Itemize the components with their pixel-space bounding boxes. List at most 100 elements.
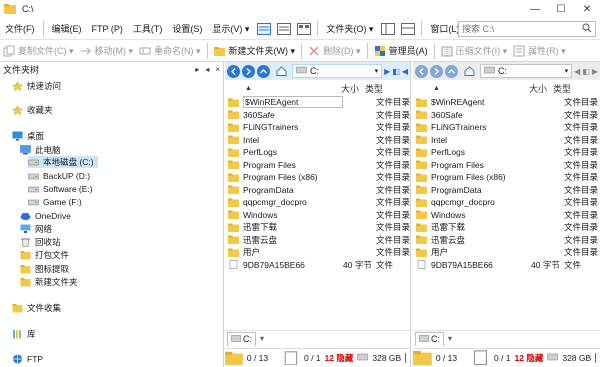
home-icon[interactable]	[273, 63, 289, 79]
minimize-button[interactable]: —	[522, 0, 548, 18]
tree-collapse-button[interactable]: ◂	[205, 65, 209, 74]
file-row[interactable]: Program Files 文件目录	[225, 159, 410, 172]
folder-view-a-icon[interactable]	[380, 21, 396, 37]
menu-file[interactable]: 文件(F)	[0, 18, 40, 40]
sort-asc-icon[interactable]: ▲	[225, 85, 335, 92]
file-row[interactable]: FLiNGTrainers 文件目录	[225, 121, 410, 134]
tree-item[interactable]: 库	[12, 328, 36, 340]
move-button[interactable]: 移动(M) ▾	[77, 40, 137, 62]
file-row[interactable]: Program Files (x86) 文件目录	[413, 171, 600, 184]
file-row[interactable]: PerfLogs 文件目录	[225, 146, 410, 159]
file-row[interactable]: 用户 文件目录	[225, 246, 410, 259]
file-row[interactable]: $WinREAgent 文件目录	[413, 96, 600, 109]
file-row[interactable]: 迅雷下载 文件目录	[225, 221, 410, 234]
compress-button[interactable]: 压缩文件(I) ▾	[438, 40, 511, 62]
forward-icon[interactable]	[430, 64, 443, 78]
admin-button[interactable]: 管理员(A)	[371, 40, 431, 62]
new-tab-icon[interactable]: ▾	[448, 334, 452, 343]
address-dropdown-icon[interactable]: ▾	[375, 67, 379, 75]
pane-nav-button[interactable]: ▶	[384, 67, 390, 76]
address-bar[interactable]: C: ▾	[292, 64, 383, 78]
file-row[interactable]: 用户 文件目录	[413, 246, 600, 259]
tab-drive-c[interactable]: C:	[415, 331, 444, 346]
delete-button[interactable]: 删除(D) ▾	[305, 40, 364, 62]
pane-nav-button[interactable]: ◀	[402, 67, 408, 76]
tree-item[interactable]: 回收站	[20, 236, 61, 248]
pane-nav-button[interactable]: ◧	[582, 67, 590, 76]
tree-item[interactable]: 此电脑	[20, 144, 61, 156]
column-size[interactable]: 大小	[523, 82, 547, 95]
file-row[interactable]: 360Safe 文件目录	[225, 109, 410, 122]
file-row[interactable]: $WinREAgent 文件目录	[225, 96, 410, 109]
tree-close-button[interactable]: ×	[215, 65, 220, 74]
tree-item[interactable]: Game (F:)	[28, 196, 82, 208]
search-icon[interactable]	[582, 23, 592, 35]
new-folder-button[interactable]: 新建文件夹(W) ▾	[211, 40, 299, 62]
maximize-button[interactable]: ☐	[548, 0, 574, 18]
layout-details-icon[interactable]	[256, 21, 272, 37]
column-type[interactable]: 类型	[359, 82, 383, 95]
rename-button[interactable]: 重命名(N) ▾	[136, 40, 204, 62]
tree-expand-button[interactable]: ▸	[195, 65, 199, 74]
menu-tools[interactable]: 工具(T)	[128, 18, 168, 40]
file-row[interactable]: 9DB79A15BE66 40 字节 文件	[413, 259, 600, 272]
file-row[interactable]: qqpcmgr_docpro 文件目录	[225, 196, 410, 209]
pane-nav-button[interactable]: ◀	[574, 67, 580, 76]
tree-item[interactable]: 收藏夹	[12, 104, 53, 116]
tab-drive-c[interactable]: C:	[227, 331, 256, 346]
column-type[interactable]: 类型	[547, 82, 571, 95]
file-row[interactable]: PerfLogs 文件目录	[413, 146, 600, 159]
properties-button[interactable]: 属性(R) ▾	[510, 40, 569, 62]
file-row[interactable]: 360Safe 文件目录	[413, 109, 600, 122]
up-icon[interactable]	[445, 64, 458, 78]
search-box[interactable]	[458, 21, 596, 37]
address-bar[interactable]: C: ▾	[480, 64, 573, 78]
file-row[interactable]: 9DB79A15BE66 40 字节 文件	[225, 259, 410, 272]
address-dropdown-icon[interactable]: ▾	[565, 67, 569, 75]
tree-item[interactable]: 图标提取	[20, 263, 69, 275]
file-row[interactable]: Windows 文件目录	[413, 209, 600, 222]
new-tab-icon[interactable]: ▾	[260, 334, 264, 343]
menu-folder[interactable]: 文件夹(O) ▾	[321, 18, 378, 40]
tree-item[interactable]: FTP	[12, 353, 43, 365]
file-row[interactable]: FLiNGTrainers 文件目录	[413, 121, 600, 134]
file-row[interactable]: 迅雷云盘 文件目录	[225, 234, 410, 247]
menu-edit[interactable]: 编辑(E)	[47, 18, 87, 40]
file-row[interactable]: 迅雷云盘 文件目录	[413, 234, 600, 247]
file-row[interactable]: Program Files (x86) 文件目录	[225, 171, 410, 184]
file-row[interactable]: Program Files 文件目录	[413, 159, 600, 172]
layout-thumbnails-icon[interactable]	[296, 21, 312, 37]
up-icon[interactable]	[257, 64, 270, 78]
search-input[interactable]	[462, 24, 572, 34]
tree-item[interactable]: Software (E:)	[28, 183, 93, 195]
menu-view[interactable]: 显示(V) ▾	[207, 18, 254, 40]
menu-settings[interactable]: 设置(S)	[167, 18, 207, 40]
tree-item[interactable]: OneDrive	[20, 210, 71, 222]
pane-nav-button[interactable]: ◧	[392, 67, 400, 76]
file-row[interactable]: Windows 文件目录	[225, 209, 410, 222]
file-row[interactable]: Intel 文件目录	[225, 134, 410, 147]
file-row[interactable]: ProgramData 文件目录	[225, 184, 410, 197]
tree-item[interactable]: 文件收集	[12, 302, 61, 314]
menu-ftp[interactable]: FTP (P)	[87, 18, 128, 40]
tree-item[interactable]: 新建文件夹	[20, 276, 78, 288]
file-row[interactable]: 迅雷下载 文件目录	[413, 221, 600, 234]
folder-view-b-icon[interactable]	[400, 21, 416, 37]
tree-item[interactable]: 快速访问	[12, 80, 61, 92]
tree-item[interactable]: 网络	[20, 223, 52, 235]
file-row[interactable]: ProgramData 文件目录	[413, 184, 600, 197]
back-icon[interactable]	[227, 64, 240, 78]
tree-item[interactable]: 本地磁盘 (C:)	[28, 156, 98, 168]
layout-list-icon[interactable]	[276, 21, 292, 37]
tree-item[interactable]: 打包文件	[20, 249, 69, 261]
file-row[interactable]: qqpcmgr_docpro 文件目录	[413, 196, 600, 209]
tree-item[interactable]: 桌面	[12, 130, 44, 142]
file-row[interactable]: Intel 文件目录	[413, 134, 600, 147]
tree-item[interactable]: BackUP (D:)	[28, 170, 90, 182]
sort-asc-icon[interactable]: ▲	[413, 85, 523, 92]
back-icon[interactable]	[415, 64, 428, 78]
close-button[interactable]: ✕	[574, 0, 600, 18]
copy-button[interactable]: 复制文件(C) ▾	[0, 40, 77, 62]
home-icon[interactable]	[461, 63, 477, 79]
forward-icon[interactable]	[242, 64, 255, 78]
